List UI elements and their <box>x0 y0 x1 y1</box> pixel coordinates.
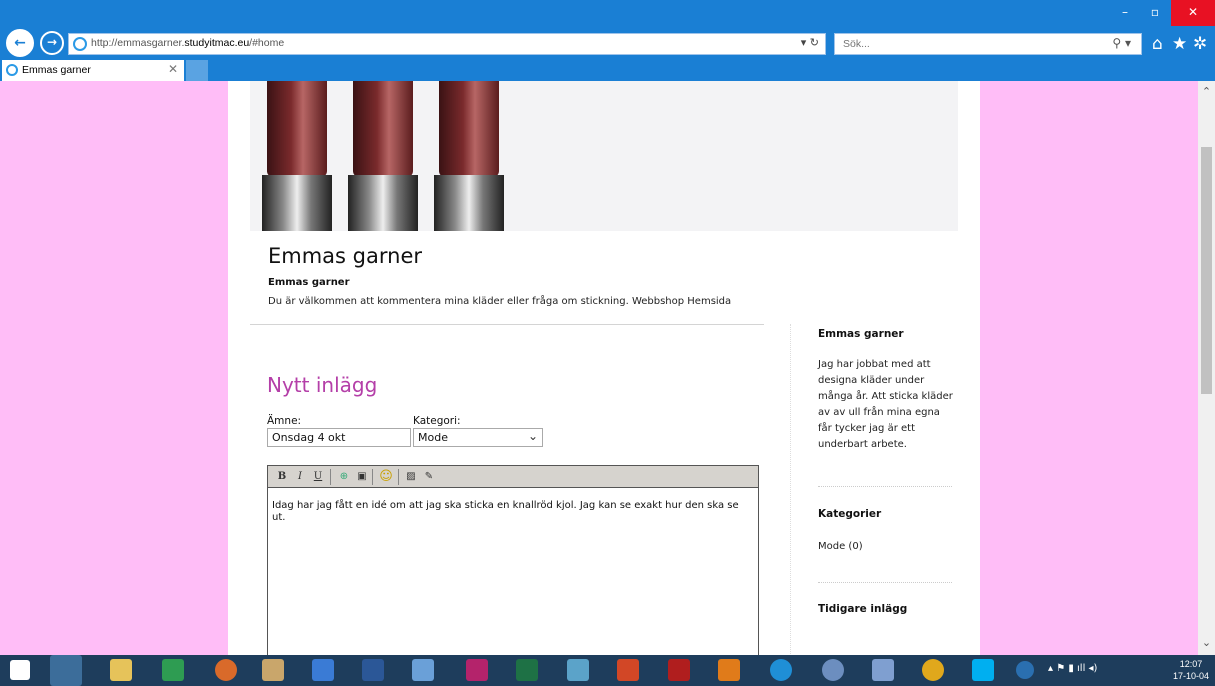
close-tab-icon[interactable]: ✕ <box>168 62 178 76</box>
toolbar-separator <box>398 469 399 485</box>
sidebar-archive-heading: Tidigare inlägg <box>818 603 908 615</box>
category-select[interactable]: Mode ⌄ <box>413 428 543 447</box>
media-player-icon[interactable] <box>718 659 740 681</box>
windows-taskbar: ▴ ⚑ ▮ ıll ◂) 12:07 17-10-04 <box>0 655 1215 686</box>
back-button[interactable]: ← <box>6 29 34 57</box>
forward-button[interactable]: → <box>40 31 64 55</box>
app-icon[interactable] <box>312 659 334 681</box>
settings-gear-icon[interactable]: ✲ <box>1193 34 1207 54</box>
header-banner-image <box>250 81 958 231</box>
word-icon[interactable] <box>362 659 384 681</box>
search-input[interactable] <box>843 38 1083 50</box>
system-tray-icons[interactable]: ▴ ⚑ ▮ ıll ◂) <box>1048 663 1097 674</box>
skype-icon[interactable] <box>972 659 994 681</box>
site-subtitle: Emmas garner <box>268 277 350 288</box>
close-window-button[interactable]: ✕ <box>1171 0 1215 26</box>
minimize-button[interactable]: – <box>1111 0 1139 26</box>
back-arrow-icon: ← <box>14 35 26 51</box>
subject-input[interactable] <box>267 428 411 447</box>
filezilla-icon[interactable] <box>668 659 690 681</box>
scroll-up-icon[interactable]: ⌃ <box>1198 85 1215 98</box>
help-icon[interactable] <box>1016 661 1034 679</box>
browser-chrome: – ▫ ✕ ← → http://emmasgarner.studyitmac.… <box>0 0 1215 81</box>
chevron-down-icon: ⌄ <box>527 429 538 443</box>
app-icon[interactable] <box>567 659 589 681</box>
editor-body-text[interactable]: Idag har jag fått en idé om att jag ska … <box>272 500 752 524</box>
address-bar[interactable]: http://emmasgarner.studyitmac.eu/#home ▾… <box>68 33 826 55</box>
underline-button[interactable]: U <box>312 469 324 485</box>
attachment-icon[interactable]: ✎ <box>422 469 436 485</box>
post-editor[interactable]: B I U ⊕ ▣ ☺ ▨ ✎ Idag har jag fått en idé… <box>267 465 759 655</box>
app-icon[interactable] <box>262 659 284 681</box>
search-box[interactable]: ⚲ ▾ <box>834 33 1142 55</box>
refresh-icon[interactable]: ▾ ↻ <box>801 36 819 49</box>
video-icon[interactable]: ▣ <box>355 469 369 485</box>
favorites-star-icon[interactable]: ★ <box>1172 34 1187 54</box>
powerpoint-icon[interactable] <box>617 659 639 681</box>
link-icon[interactable]: ⊕ <box>337 469 351 485</box>
page-scrollbar[interactable]: ⌃ ⌄ <box>1198 81 1215 655</box>
internet-explorer-taskbar-icon[interactable] <box>50 655 82 686</box>
forward-arrow-icon: → <box>46 35 58 49</box>
tab-emmas-garner[interactable]: Emmas garner ✕ <box>2 60 184 81</box>
toolbar-separator <box>372 469 373 485</box>
ie-tab-icon <box>6 64 18 76</box>
home-icon[interactable]: ⌂ <box>1152 34 1163 54</box>
excel-icon[interactable] <box>516 659 538 681</box>
sidebar-divider <box>818 486 952 487</box>
subject-label: Ämne: <box>267 415 302 427</box>
search-icon[interactable]: ⚲ ▾ <box>1112 36 1131 50</box>
category-label: Kategori: <box>413 415 461 427</box>
sidebar-about-heading: Emmas garner <box>818 328 904 340</box>
new-tab-button[interactable] <box>186 60 208 81</box>
publisher-icon[interactable] <box>466 659 488 681</box>
page-content: Emmas garner Emmas garner Du är välkomme… <box>228 81 980 655</box>
url-text[interactable]: http://emmasgarner.studyitmac.eu/#home <box>91 37 284 49</box>
app-icon[interactable] <box>412 659 434 681</box>
italic-button[interactable]: I <box>294 469 306 485</box>
store-icon[interactable] <box>162 659 184 681</box>
site-title: Emmas garner <box>268 244 422 268</box>
new-post-heading: Nytt inlägg <box>267 373 378 397</box>
sidebar-divider <box>818 582 952 583</box>
tab-strip: Emmas garner ✕ <box>0 60 1215 81</box>
sidebar-category-mode-link[interactable]: Mode (0) <box>818 539 863 555</box>
smiley-icon[interactable]: ☺ <box>378 469 394 485</box>
site-description: Du är välkommen att kommentera mina kläd… <box>268 296 732 307</box>
bold-button[interactable]: B <box>276 469 288 485</box>
image-icon[interactable]: ▨ <box>404 469 418 485</box>
app-icon[interactable] <box>822 659 844 681</box>
scrollbar-thumb[interactable] <box>1201 147 1212 394</box>
app-icon[interactable] <box>872 659 894 681</box>
clock[interactable]: 12:07 17-10-04 <box>1173 658 1209 682</box>
sidebar-about-text: Jag har jobbat med att designa kläder un… <box>818 359 953 450</box>
file-explorer-icon[interactable] <box>110 659 132 681</box>
column-divider <box>790 324 791 655</box>
chrome-icon[interactable] <box>922 659 944 681</box>
editor-toolbar: B I U ⊕ ▣ ☺ ▨ ✎ <box>268 466 758 488</box>
toolbar-separator <box>330 469 331 485</box>
ie-page-icon <box>73 37 87 51</box>
teamviewer-icon[interactable] <box>770 659 792 681</box>
sidebar-categories-heading: Kategorier <box>818 508 882 520</box>
scroll-down-icon[interactable]: ⌄ <box>1198 636 1215 649</box>
category-selected-value: Mode <box>418 431 448 444</box>
windows-start-icon[interactable] <box>10 660 30 680</box>
picasa-icon[interactable] <box>215 659 237 681</box>
divider <box>250 324 764 325</box>
maximize-button[interactable]: ▫ <box>1141 0 1169 26</box>
